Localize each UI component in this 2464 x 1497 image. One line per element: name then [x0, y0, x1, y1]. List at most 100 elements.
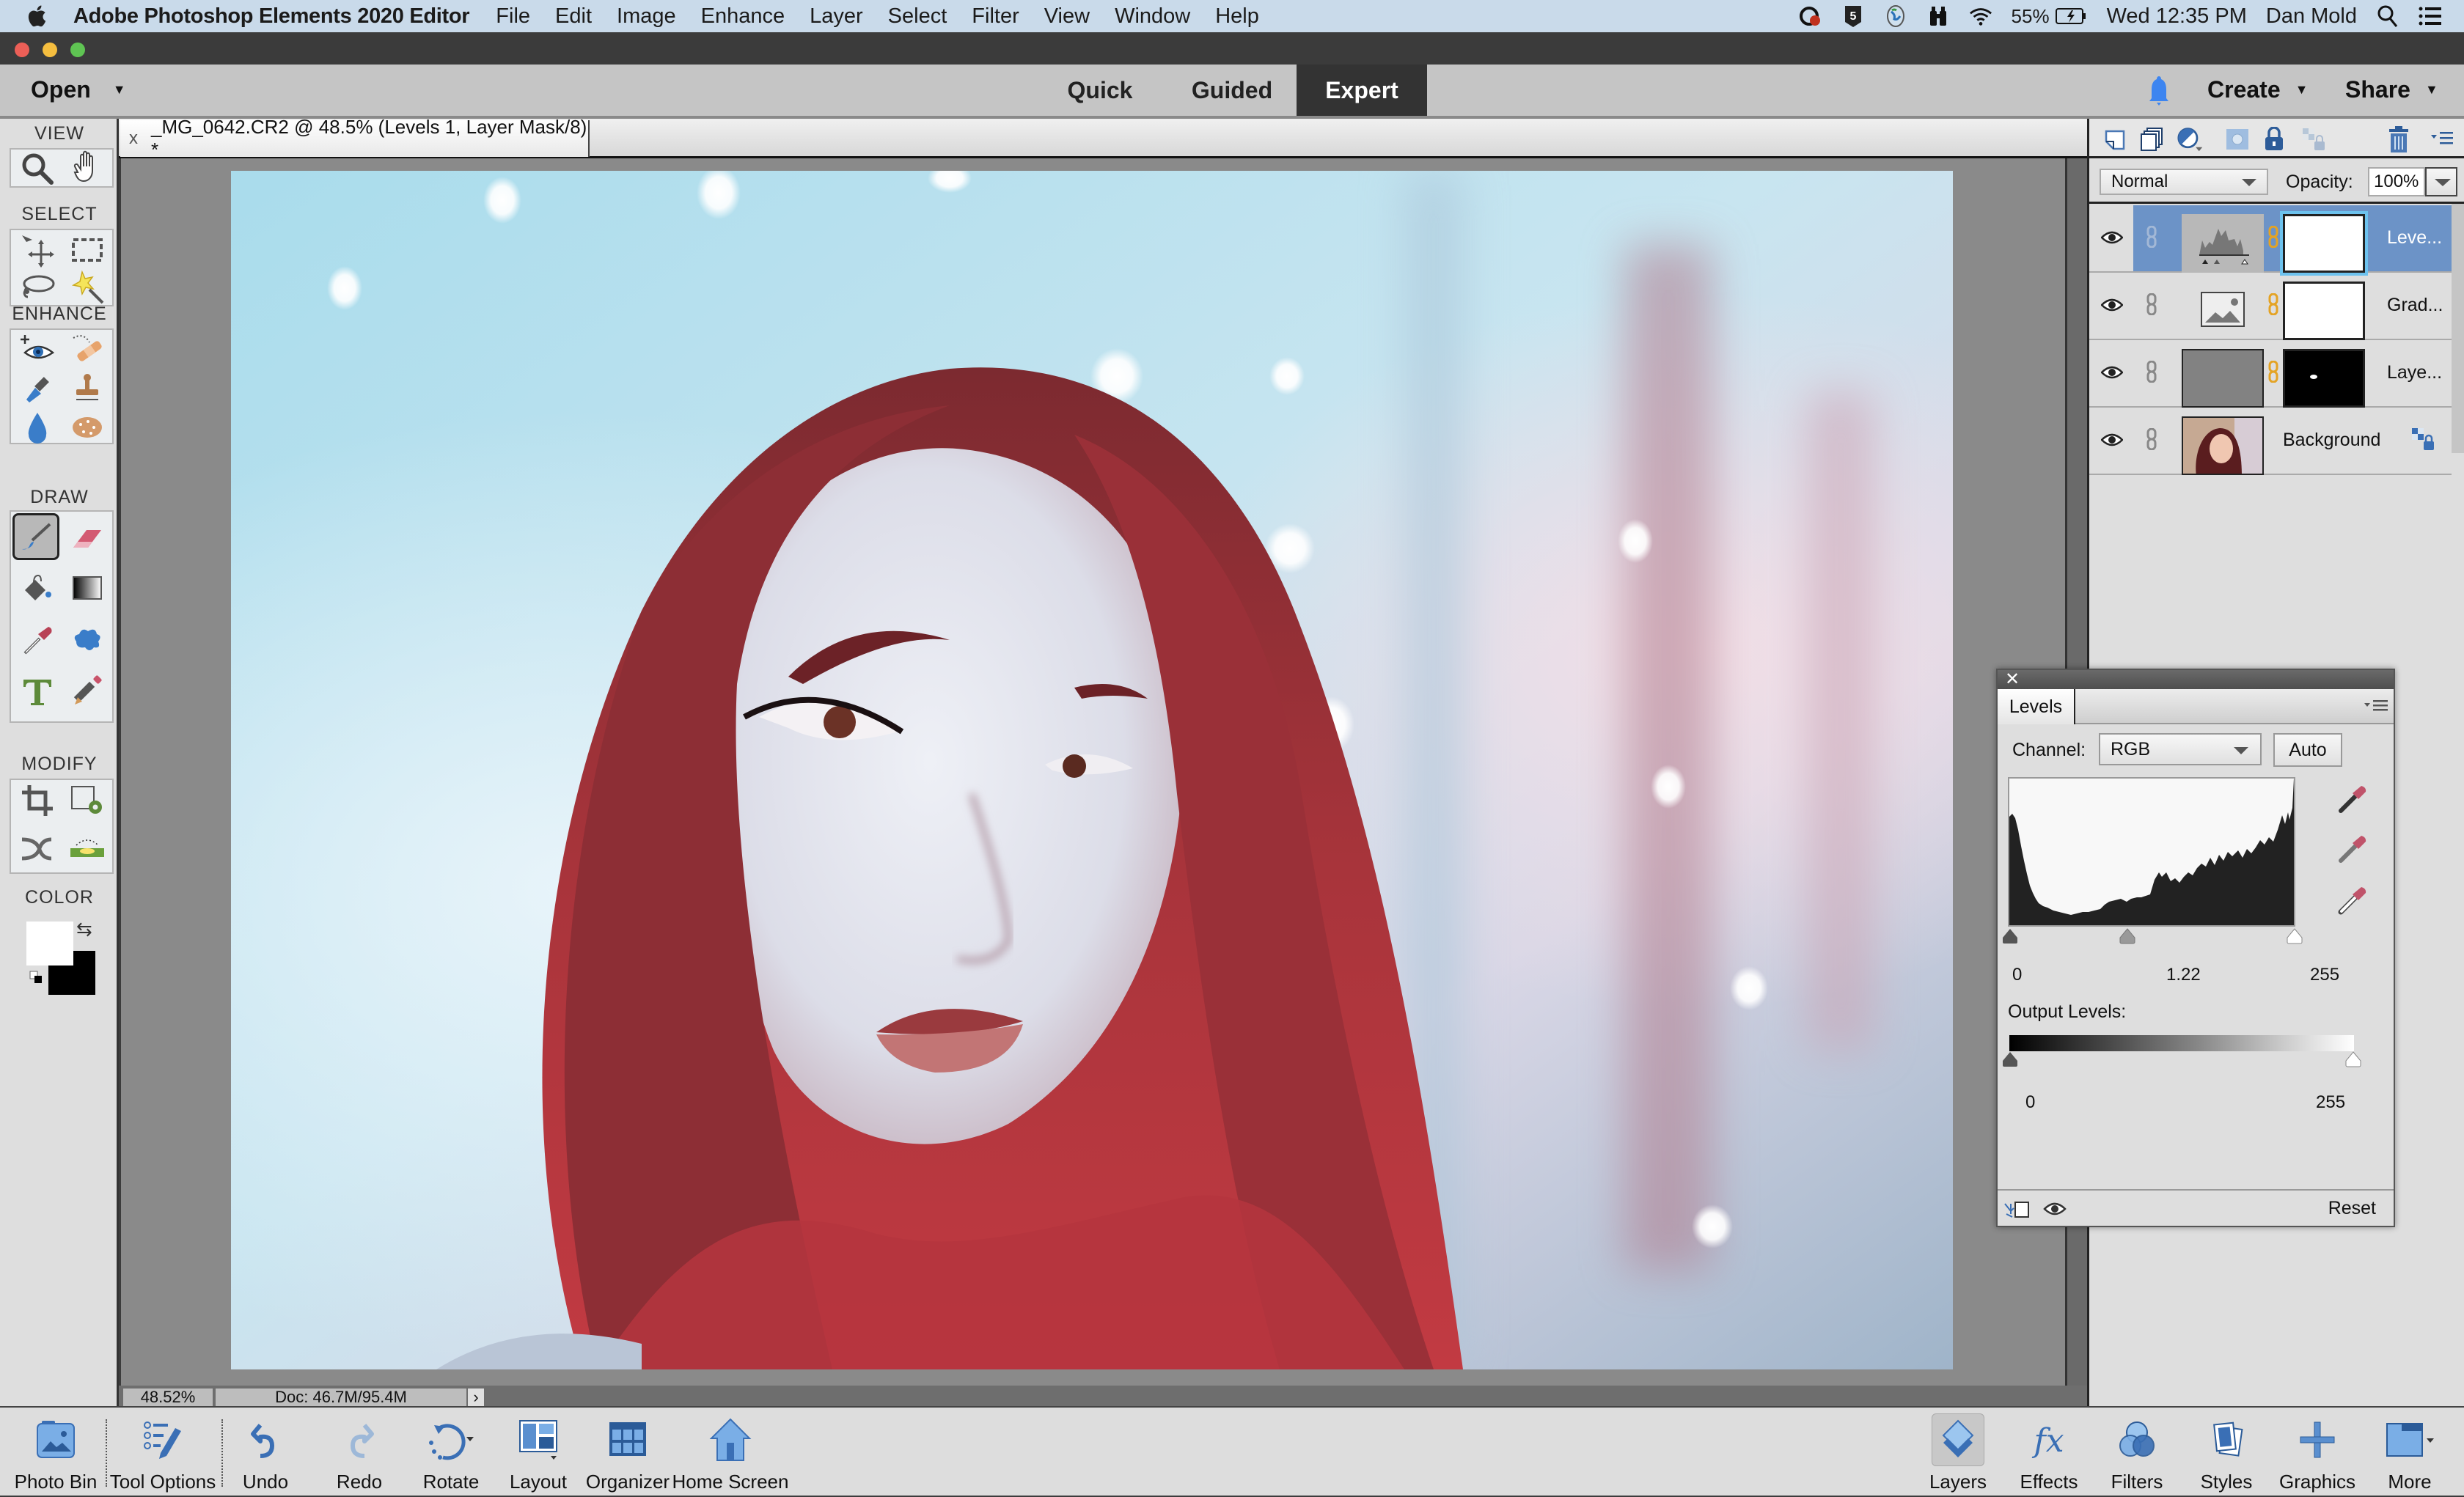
- output-white-value[interactable]: 255: [2316, 1092, 2345, 1113]
- menu-edit[interactable]: Edit: [555, 4, 592, 29]
- custom-shape-tool[interactable]: [64, 617, 111, 664]
- menu-enhance[interactable]: Enhance: [701, 4, 785, 29]
- opacity-input[interactable]: 100%: [2368, 167, 2425, 196]
- layers-panel-menu-icon[interactable]: [2430, 126, 2456, 152]
- styles-button[interactable]: Styles: [2194, 1408, 2259, 1497]
- spotlight-search-icon[interactable]: [2376, 4, 2399, 28]
- toggle-visibility-eye-icon[interactable]: [2043, 1201, 2067, 1221]
- channel-select[interactable]: RGB: [2099, 733, 2262, 765]
- input-black-value[interactable]: 0: [2012, 965, 2022, 985]
- lock-all-icon[interactable]: [2261, 126, 2287, 152]
- layer-name[interactable]: Laye...: [2387, 362, 2442, 383]
- levels-titlebar[interactable]: ✕: [1998, 670, 2394, 689]
- apple-icon[interactable]: [25, 4, 48, 29]
- rotate-button[interactable]: Rotate: [411, 1408, 491, 1497]
- white-point-eyedropper[interactable]: [2336, 884, 2369, 916]
- gradient-tool[interactable]: [64, 564, 111, 611]
- black-point-eyedropper[interactable]: [2336, 783, 2369, 815]
- menu-window[interactable]: Window: [1115, 4, 1190, 29]
- document-tab[interactable]: x _MG_0642.CR2 @ 48.5% (Levels 1, Layer …: [120, 116, 590, 161]
- output-black-value[interactable]: 0: [2025, 1092, 2035, 1113]
- create-button[interactable]: Create ▼: [2207, 76, 2308, 103]
- mask-link-icon[interactable]: [2268, 226, 2278, 248]
- menu-layer[interactable]: Layer: [810, 4, 863, 29]
- notification-bell-icon[interactable]: [2147, 75, 2171, 109]
- visibility-eye-icon[interactable]: [2101, 431, 2123, 449]
- close-icon[interactable]: ✕: [2005, 670, 2020, 689]
- home-screen-button[interactable]: Home Screen: [672, 1408, 788, 1497]
- layers-scrollbar[interactable]: [2452, 204, 2464, 453]
- layer-link-icon[interactable]: [2146, 428, 2157, 450]
- layout-button[interactable]: Layout: [502, 1408, 575, 1497]
- undo-button[interactable]: Undo: [229, 1408, 302, 1497]
- layer-name[interactable]: Background: [2283, 430, 2380, 451]
- menu-view[interactable]: View: [1044, 4, 1090, 29]
- blend-mode-select[interactable]: Normal: [2100, 169, 2268, 195]
- input-white-slider[interactable]: [2287, 928, 2303, 944]
- layer-name[interactable]: Leve...: [2387, 227, 2442, 249]
- crop-tool[interactable]: [14, 777, 61, 824]
- script-icon[interactable]: 5: [1841, 4, 1865, 28]
- zoom-tool[interactable]: [14, 145, 61, 192]
- battery-percent[interactable]: 55%: [2012, 5, 2050, 28]
- visibility-eye-icon[interactable]: [2101, 296, 2123, 314]
- photo-bin-button[interactable]: Photo Bin: [15, 1408, 97, 1497]
- gray-point-eyedropper[interactable]: [2336, 833, 2369, 865]
- mode-tab-quick[interactable]: Quick: [1041, 65, 1159, 116]
- clock[interactable]: Wed 12:35 PM: [2107, 4, 2247, 29]
- menu-image[interactable]: Image: [617, 4, 676, 29]
- open-dropdown-icon[interactable]: ▼: [113, 82, 126, 98]
- mode-tab-guided[interactable]: Guided: [1166, 65, 1298, 116]
- content-aware-move-tool[interactable]: [14, 825, 61, 872]
- battery-charging-icon[interactable]: [2055, 4, 2088, 28]
- input-black-slider[interactable]: [2002, 928, 2018, 944]
- gradient-map-thumbnail[interactable]: [2201, 292, 2245, 327]
- output-black-slider[interactable]: [2002, 1051, 2018, 1067]
- mask-link-icon[interactable]: [2268, 293, 2278, 315]
- input-gamma-value[interactable]: 1.22: [2166, 965, 2201, 985]
- foreground-color-swatch[interactable]: [26, 922, 73, 965]
- user-name[interactable]: Dan Mold: [2266, 4, 2357, 29]
- minimize-window-button[interactable]: [43, 43, 57, 57]
- creative-cloud-icon[interactable]: [1799, 4, 1822, 28]
- tab-levels[interactable]: Levels: [1998, 689, 2075, 724]
- clip-to-layer-icon[interactable]: [2003, 1201, 2030, 1222]
- wifi-icon[interactable]: [1969, 4, 1992, 28]
- panel-menu-icon[interactable]: [2364, 699, 2389, 714]
- photo-canvas[interactable]: [231, 171, 1953, 1369]
- levels-adjustment-thumbnail[interactable]: [2182, 214, 2264, 273]
- output-white-slider[interactable]: [2345, 1051, 2361, 1067]
- new-layer-icon[interactable]: [2101, 126, 2127, 152]
- graphics-button[interactable]: Graphics: [2279, 1408, 2355, 1497]
- menu-help[interactable]: Help: [1215, 4, 1259, 29]
- new-group-icon[interactable]: [2139, 126, 2166, 152]
- tool-options-button[interactable]: Tool Options: [109, 1408, 217, 1497]
- paint-bucket-tool[interactable]: [14, 564, 61, 611]
- reset-button[interactable]: Reset: [2328, 1198, 2376, 1219]
- eraser-tool[interactable]: [64, 515, 111, 562]
- layer-row-levels[interactable]: Leve...: [2089, 205, 2452, 276]
- brush-tool[interactable]: [12, 513, 59, 560]
- visibility-eye-icon[interactable]: [2101, 364, 2123, 381]
- menu-filter[interactable]: Filter: [972, 4, 1019, 29]
- mask-link-icon[interactable]: [2268, 361, 2278, 383]
- more-button[interactable]: More: [2373, 1408, 2446, 1497]
- filters-button[interactable]: Filters: [2105, 1408, 2169, 1497]
- menu-select[interactable]: Select: [888, 4, 947, 29]
- swap-colors-icon[interactable]: ⇆: [76, 918, 92, 941]
- redo-button[interactable]: Redo: [323, 1408, 396, 1497]
- color-picker-tool[interactable]: [14, 617, 61, 664]
- layer-mask-thumbnail[interactable]: [2283, 349, 2365, 408]
- visibility-eye-icon[interactable]: [2101, 229, 2123, 246]
- close-tab-icon[interactable]: x: [129, 128, 138, 149]
- new-adjustment-layer-icon[interactable]: [2177, 126, 2204, 152]
- layer-row-gray[interactable]: Laye...: [2089, 340, 2452, 408]
- add-layer-mask-icon[interactable]: [2224, 126, 2251, 152]
- hand-tool[interactable]: [64, 145, 111, 192]
- layers-button[interactable]: Layers: [1926, 1408, 1990, 1497]
- pencil-tool[interactable]: [64, 669, 111, 716]
- menu-file[interactable]: File: [496, 4, 530, 29]
- status-menu-arrow[interactable]: ›: [468, 1388, 484, 1406]
- layer-link-icon[interactable]: [2146, 361, 2157, 383]
- type-tool[interactable]: [14, 669, 61, 716]
